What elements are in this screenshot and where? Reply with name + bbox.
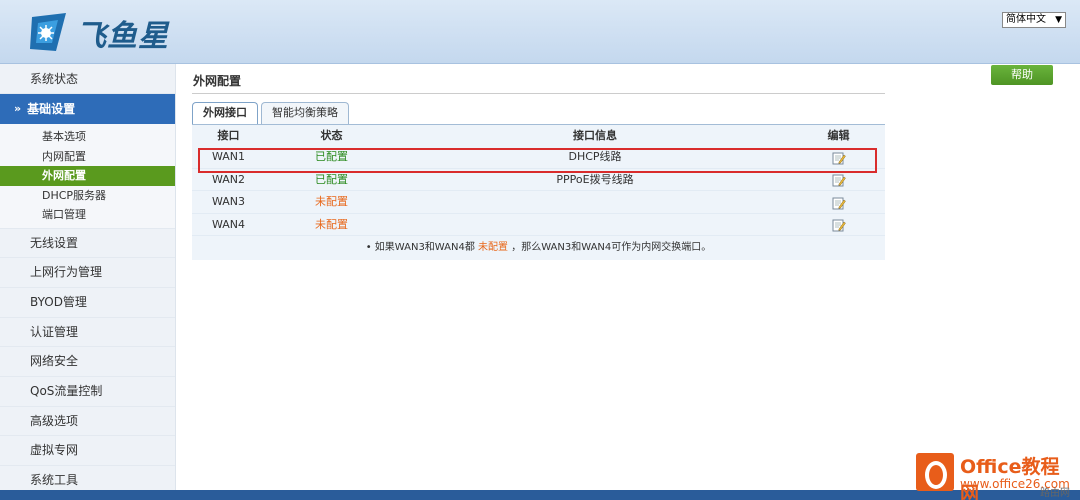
language-select[interactable]: 简体中文 ▼: [1002, 12, 1066, 28]
table-row: WAN4 未配置: [192, 214, 885, 236]
cell-interface: WAN2: [211, 172, 246, 186]
cell-interface: WAN1: [211, 150, 246, 163]
table-row: WAN2 已配置 PPPoE拨号线路: [192, 169, 885, 191]
language-value: 简体中文: [1006, 14, 1046, 25]
sidebar-item-vpn[interactable]: 虚拟专网: [0, 436, 175, 466]
sidebar-item-label: 系统工具: [30, 473, 79, 487]
wan-table: 接口 状态 接口信息 编辑 WAN1 已配置 DHCP线路 WAN2 已配置 P…: [192, 125, 885, 260]
watermark: Office教程网 www.office26.com 路由网: [916, 450, 1076, 500]
column-header-status: 状态: [320, 129, 343, 142]
sidebar-group-label: 基础设置: [27, 102, 76, 116]
header: 飞鱼星 简体中文 ▼: [0, 0, 1080, 64]
watermark-tag: 路由网: [1040, 488, 1070, 499]
help-button[interactable]: 帮助: [991, 65, 1053, 85]
cell-status: 已配置: [315, 150, 348, 163]
double-chevron-down-icon: »: [14, 102, 22, 115]
edit-cell: [792, 146, 885, 168]
sidebar-item-label: QoS流量控制: [30, 383, 103, 398]
edit-icon[interactable]: [832, 196, 846, 209]
logo-text: 飞鱼星: [76, 19, 169, 54]
cell-status: 已配置: [315, 172, 348, 186]
cell-interface: WAN3: [211, 195, 246, 208]
sidebar-item-label: 网络安全: [30, 354, 79, 369]
sidebar-item-qos[interactable]: QoS流量控制: [0, 377, 175, 407]
subitem-label: 端口管理: [42, 208, 86, 221]
tab-load-balance-policy[interactable]: 智能均衡策略: [261, 102, 349, 124]
subitem-label: DHCP服务器: [42, 188, 107, 202]
column-header-info: 接口信息: [573, 129, 617, 142]
tab-bar: 外网接口 智能均衡策略: [192, 102, 352, 124]
sidebar: 系统状态 » 基础设置 基本选项 内网配置 外网配置 DHCP服务器 端口管理 …: [0, 64, 176, 496]
sidebar-item-label: 无线设置: [30, 235, 79, 250]
table-row: WAN3 未配置: [192, 191, 885, 214]
subitem-label: 外网配置: [42, 169, 86, 182]
edit-cell: [792, 169, 885, 191]
sidebar-item-label: 上网行为管理: [30, 265, 103, 280]
sidebar-item-security[interactable]: 网络安全: [0, 347, 175, 377]
sidebar-item-label: 高级选项: [30, 413, 79, 428]
tab-wan-interface[interactable]: 外网接口: [192, 102, 258, 124]
sidebar-subitem-basic-options[interactable]: 基本选项: [0, 127, 175, 147]
sidebar-subitem-dhcp-server[interactable]: DHCP服务器: [0, 186, 175, 206]
cell-info: DHCP线路: [568, 150, 622, 163]
logo: 飞鱼星: [28, 8, 178, 58]
cell-info: PPPoE拨号线路: [556, 172, 634, 186]
edit-cell: [792, 191, 885, 213]
dropdown-arrow-icon: ▼: [1055, 15, 1062, 25]
sidebar-item-label: 认证管理: [30, 324, 79, 339]
edit-icon[interactable]: [832, 218, 846, 232]
sidebar-subitem-wan-config[interactable]: 外网配置: [0, 166, 175, 186]
sidebar-subnav: 基本选项 内网配置 外网配置 DHCP服务器 端口管理: [0, 124, 175, 229]
cell-info: [398, 214, 792, 236]
cell-info: [398, 191, 792, 213]
sidebar-item-wireless[interactable]: 无线设置: [0, 229, 175, 259]
sidebar-item-label: BYOD管理: [30, 294, 87, 309]
sidebar-subitem-lan-config[interactable]: 内网配置: [0, 147, 175, 167]
subitem-label: 内网配置: [42, 149, 86, 163]
cell-interface: WAN4: [211, 217, 246, 231]
office-logo-icon: [916, 453, 954, 491]
cell-status: 未配置: [315, 217, 348, 231]
note-suffix: ，那么WAN3和WAN4可作为内网交换端口。: [511, 242, 712, 253]
sidebar-subitem-port-management[interactable]: 端口管理: [0, 205, 175, 225]
fish-logo-icon: [28, 11, 72, 55]
column-header-interface: 接口: [217, 129, 240, 142]
sidebar-item-advanced[interactable]: 高级选项: [0, 407, 175, 437]
edit-cell: [792, 214, 885, 236]
sidebar-item-label: 系统状态: [30, 72, 79, 86]
divider: [192, 93, 885, 94]
sidebar-item-system-status[interactable]: 系统状态: [0, 64, 175, 94]
column-header-edit: 编辑: [827, 129, 850, 142]
sidebar-item-auth[interactable]: 认证管理: [0, 318, 175, 348]
note-prefix: • 如果WAN3和WAN4都: [365, 242, 475, 253]
sidebar-item-byod[interactable]: BYOD管理: [0, 288, 175, 318]
table-row: WAN1 已配置 DHCP线路: [192, 146, 885, 169]
subitem-label: 基本选项: [42, 130, 86, 143]
page-title: 外网配置: [193, 74, 242, 88]
main-content: 外网配置 帮助 外网接口 智能均衡策略 接口 状态 接口信息 编辑 WAN1 已…: [176, 64, 1080, 490]
note-highlight: 未配置: [478, 242, 509, 253]
edit-icon[interactable]: [832, 151, 846, 164]
sidebar-item-label: 虚拟专网: [30, 443, 79, 458]
cell-status: 未配置: [315, 195, 348, 208]
table-header: 接口 状态 接口信息 编辑: [192, 125, 885, 146]
sidebar-group-basic-settings[interactable]: » 基础设置: [0, 94, 175, 124]
edit-icon[interactable]: [832, 173, 846, 187]
sidebar-item-behavior-management[interactable]: 上网行为管理: [0, 258, 175, 288]
table-note: • 如果WAN3和WAN4都 未配置 ，那么WAN3和WAN4可作为内网交换端口…: [192, 236, 885, 260]
